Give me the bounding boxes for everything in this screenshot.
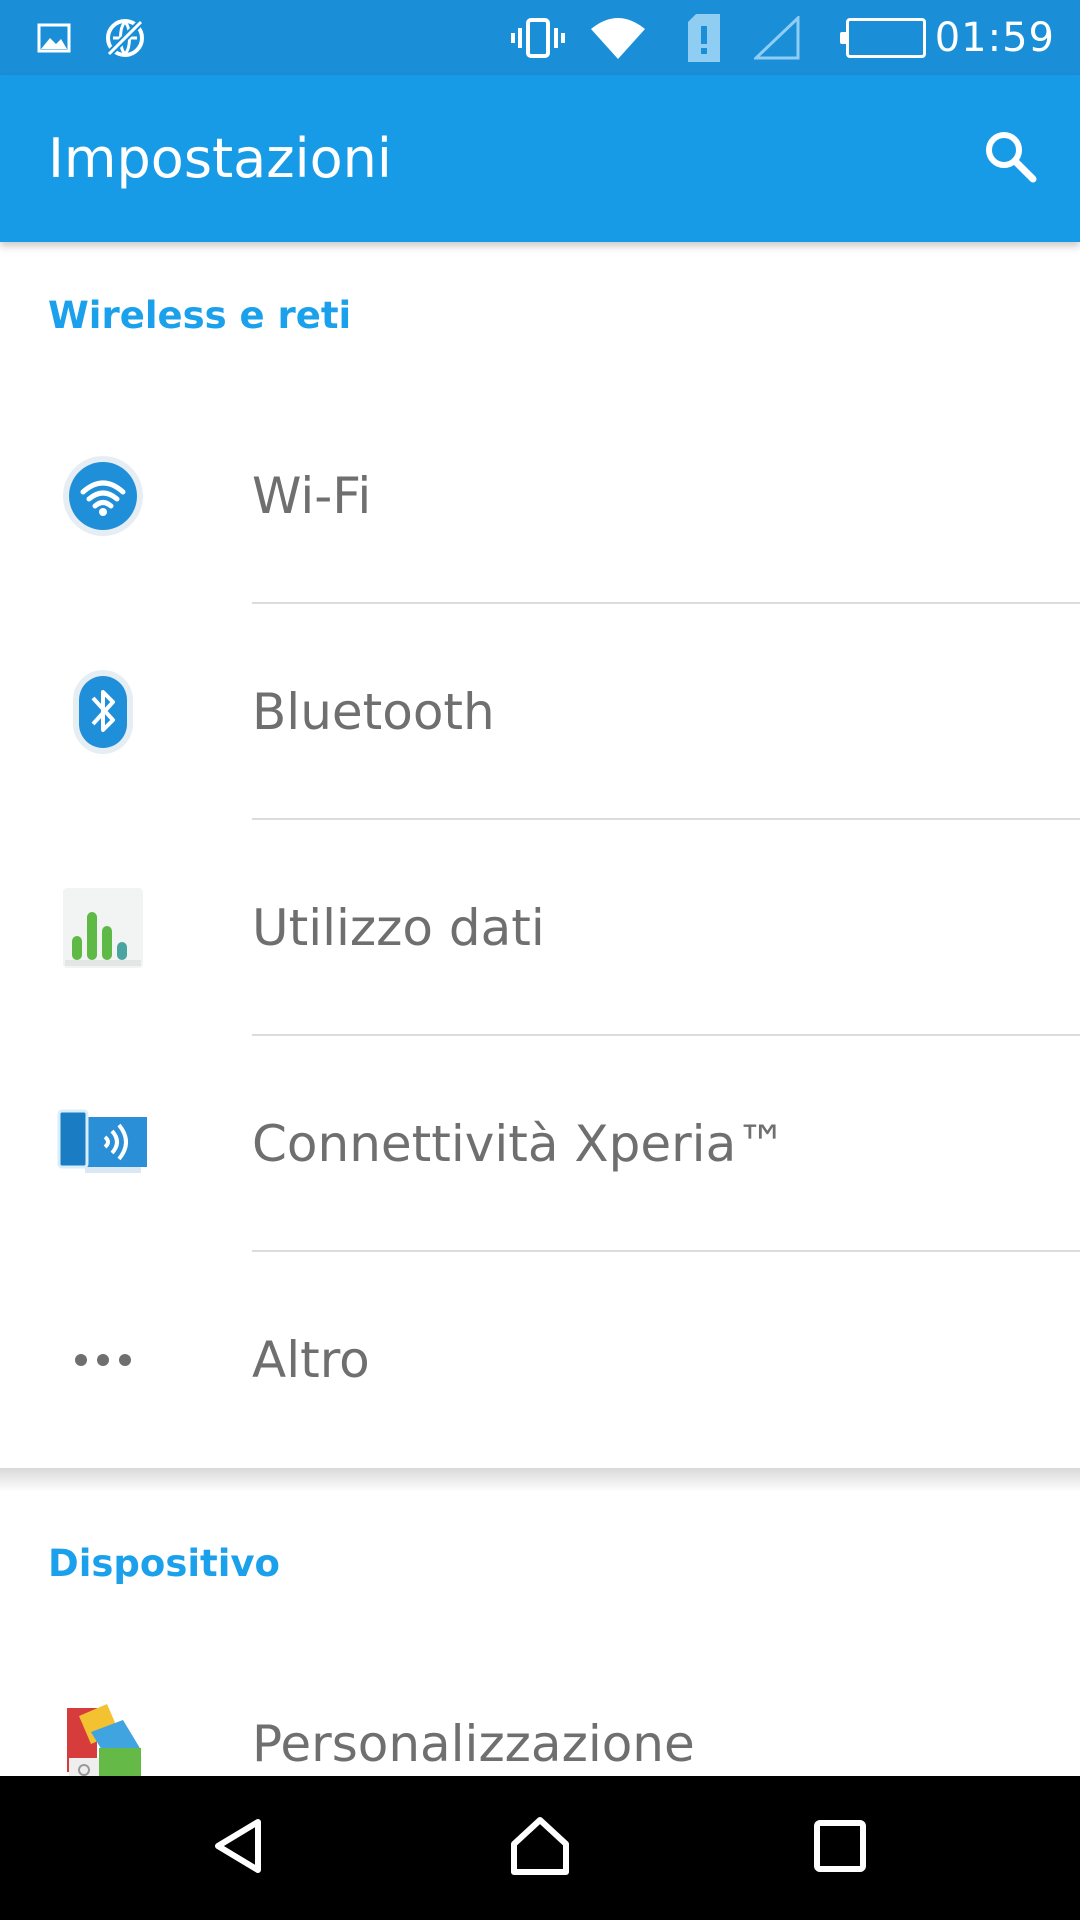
- wifi-icon: [588, 0, 648, 75]
- settings-item-more[interactable]: Altro: [0, 1252, 1080, 1468]
- bluetooth-icon: [48, 657, 158, 767]
- home-button[interactable]: [490, 1798, 590, 1898]
- battery-icon: 90%: [840, 18, 926, 58]
- wifi-settings-icon: [48, 441, 158, 551]
- settings-item-label: Connettività Xperia™: [252, 1115, 787, 1173]
- settings-item-label: Bluetooth: [252, 683, 495, 741]
- recents-button[interactable]: [790, 1798, 890, 1898]
- app-bar: Impostazioni: [0, 75, 1080, 242]
- settings-list: Wireless e reti Wi-Fi Bluetooth Utilizzo…: [0, 242, 1080, 1776]
- status-bar: 90% 01:59: [0, 0, 1080, 75]
- more-icon: [48, 1305, 158, 1415]
- signal-icon: [754, 0, 800, 75]
- settings-item-xperia-connectivity[interactable]: Connettività Xperia™: [0, 1036, 1080, 1252]
- personalization-icon: [48, 1689, 158, 1776]
- xperia-connectivity-icon: [48, 1089, 158, 1199]
- vibrate-icon: [510, 0, 566, 75]
- battery-percent: 90%: [857, 24, 915, 52]
- section-header-wireless: Wireless e reti: [48, 294, 352, 337]
- data-usage-icon: [48, 873, 158, 983]
- back-icon: [210, 1816, 270, 1880]
- section-divider: [0, 1468, 1080, 1492]
- settings-item-personalization[interactable]: Personalizzazione: [0, 1636, 1080, 1776]
- settings-item-label: Utilizzo dati: [252, 899, 545, 957]
- gallery-icon: [34, 0, 74, 75]
- settings-item-wifi[interactable]: Wi-Fi: [0, 388, 1080, 604]
- settings-item-label: Wi-Fi: [252, 467, 372, 525]
- section-header-device: Dispositivo: [48, 1542, 280, 1585]
- search-button[interactable]: [970, 118, 1050, 198]
- settings-item-bluetooth[interactable]: Bluetooth: [0, 604, 1080, 820]
- status-time: 01:59: [934, 14, 1055, 61]
- home-icon: [508, 1814, 572, 1882]
- page-title: Impostazioni: [48, 127, 392, 190]
- settings-item-data-usage[interactable]: Utilizzo dati: [0, 820, 1080, 1036]
- back-button[interactable]: [190, 1798, 290, 1898]
- recents-icon: [812, 1818, 868, 1878]
- sim-alert-icon: [684, 0, 724, 75]
- settings-item-label: Personalizzazione: [252, 1715, 695, 1773]
- settings-item-label: Altro: [252, 1331, 370, 1389]
- navigation-bar: [0, 1776, 1080, 1920]
- no-sync-icon: [102, 0, 148, 75]
- search-icon: [981, 127, 1039, 189]
